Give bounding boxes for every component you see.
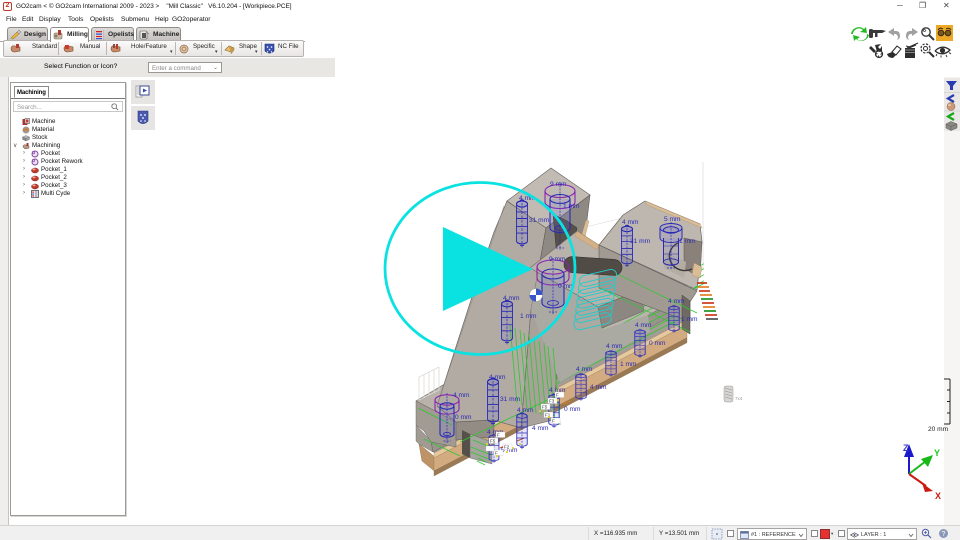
svg-text:1 mm: 1 mm bbox=[679, 238, 696, 245]
svg-text:F3: F3 bbox=[549, 399, 555, 404]
svg-text:4 mm: 4 mm bbox=[590, 384, 607, 391]
svg-text:Z: Z bbox=[903, 443, 909, 453]
svg-text:Y: Y bbox=[934, 448, 940, 458]
svg-text:4 mm: 4 mm bbox=[635, 322, 652, 329]
svg-text:31 mm: 31 mm bbox=[630, 238, 651, 245]
svg-text:4 mm: 4 mm bbox=[453, 392, 470, 399]
svg-text:0 mm: 0 mm bbox=[649, 340, 666, 347]
svg-text:F2: F2 bbox=[504, 445, 510, 450]
svg-text:9 mm: 9 mm bbox=[550, 181, 567, 188]
svg-text:5 mm: 5 mm bbox=[664, 216, 681, 223]
svg-text:4 mm: 4 mm bbox=[606, 343, 623, 350]
svg-text:F5: F5 bbox=[542, 405, 548, 410]
svg-text:4 mm: 4 mm bbox=[489, 374, 506, 381]
svg-text:1 mm: 1 mm bbox=[520, 313, 537, 320]
svg-text:7x4: 7x4 bbox=[735, 396, 743, 401]
svg-text:4 mm: 4 mm bbox=[622, 219, 639, 226]
svg-text:0 mm: 0 mm bbox=[455, 414, 472, 421]
svg-text:1 mm: 1 mm bbox=[620, 361, 637, 368]
svg-text:31 mm: 31 mm bbox=[529, 217, 550, 224]
svg-text:?: ? bbox=[942, 531, 946, 538]
svg-text:4 mm: 4 mm bbox=[517, 407, 534, 414]
svg-text:4 mm: 4 mm bbox=[668, 298, 685, 305]
svg-text:4 mm: 4 mm bbox=[503, 295, 520, 302]
svg-text:F5: F5 bbox=[490, 439, 496, 444]
svg-text:31 mm: 31 mm bbox=[500, 396, 521, 403]
svg-text:4 mm: 4 mm bbox=[532, 425, 549, 432]
svg-text:1 mm: 1 mm bbox=[563, 203, 580, 210]
svg-text:F: F bbox=[497, 433, 500, 438]
svg-text:1 mm: 1 mm bbox=[681, 316, 698, 323]
svg-text:0 mm: 0 mm bbox=[564, 406, 581, 413]
svg-text:F: F bbox=[552, 419, 555, 424]
svg-text:F: F bbox=[495, 451, 498, 456]
svg-text:20 mm: 20 mm bbox=[928, 426, 949, 433]
svg-text:4 mm: 4 mm bbox=[576, 366, 593, 373]
svg-text:X: X bbox=[935, 491, 941, 501]
svg-text:9 mm: 9 mm bbox=[549, 256, 566, 263]
svg-text:F: F bbox=[556, 393, 559, 398]
